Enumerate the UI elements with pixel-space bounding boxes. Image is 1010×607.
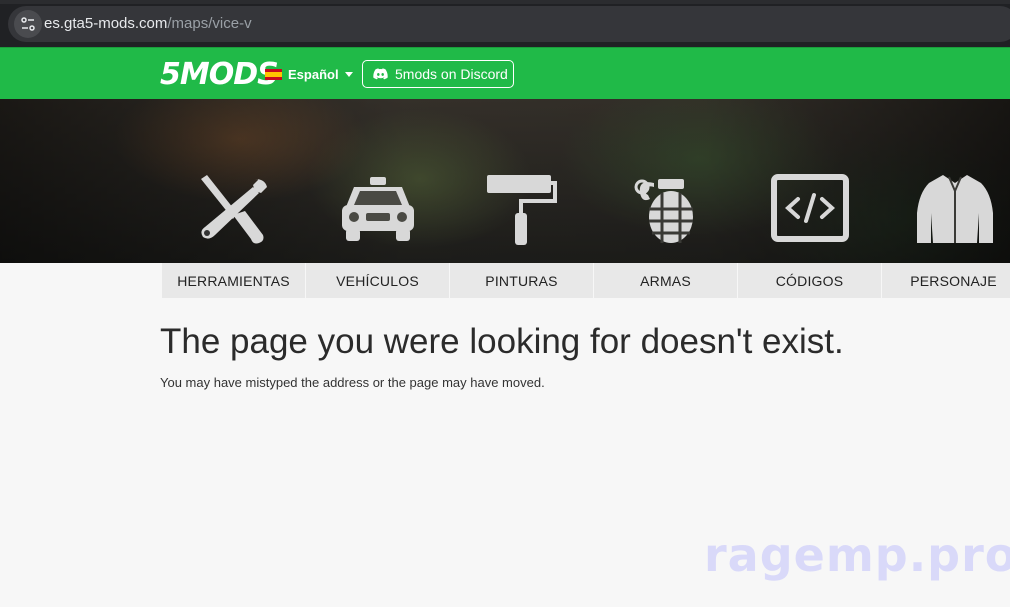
language-selector[interactable]: Español [265,67,353,82]
tab-pinturas[interactable]: PINTURAS [450,263,593,298]
paint-roller-icon[interactable] [483,173,563,245]
tab-codigos[interactable]: CÓDIGOS [738,263,881,298]
discord-icon [373,68,388,80]
address-bar[interactable]: es.gta5-mods.com/maps/vice-v [8,6,1010,42]
code-icon[interactable] [770,173,850,245]
browser-toolbar: es.gta5-mods.com/maps/vice-v [0,0,1010,47]
tab-personaje[interactable]: PERSONAJE [882,263,1010,298]
category-tabs: HERRAMIENTAS VEHÍCULOS PINTURAS ARMAS CÓ… [162,263,1010,298]
url-host: es.gta5-mods.com [44,15,168,32]
tab-herramientas[interactable]: HERRAMIENTAS [162,263,305,298]
error-subtitle: You may have mistyped the address or the… [160,375,545,390]
url-path: /maps/vice-v [167,15,252,32]
category-banner [0,99,1010,263]
site-logo[interactable]: 5MODS [160,58,279,92]
spain-flag-icon [265,69,282,80]
language-label: Español [288,67,339,82]
url-text[interactable]: es.gta5-mods.com/maps/vice-v [44,15,252,32]
car-icon[interactable] [338,173,418,245]
grenade-icon[interactable] [628,173,708,245]
discord-button[interactable]: 5mods on Discord [362,60,514,88]
jacket-icon[interactable] [915,173,995,245]
caret-down-icon [344,72,353,77]
site-header: 5MODS Español 5mods on Discord [0,47,1010,100]
site-info-icon[interactable] [14,10,42,38]
tools-icon[interactable] [193,173,273,245]
tab-armas[interactable]: ARMAS [594,263,737,298]
browser-tab-strip [0,0,1010,4]
watermark: ragemp.pro [704,528,1010,582]
discord-label: 5mods on Discord [395,66,508,82]
tab-vehiculos[interactable]: VEHÍCULOS [306,263,449,298]
error-title: The page you were looking for doesn't ex… [160,322,844,361]
